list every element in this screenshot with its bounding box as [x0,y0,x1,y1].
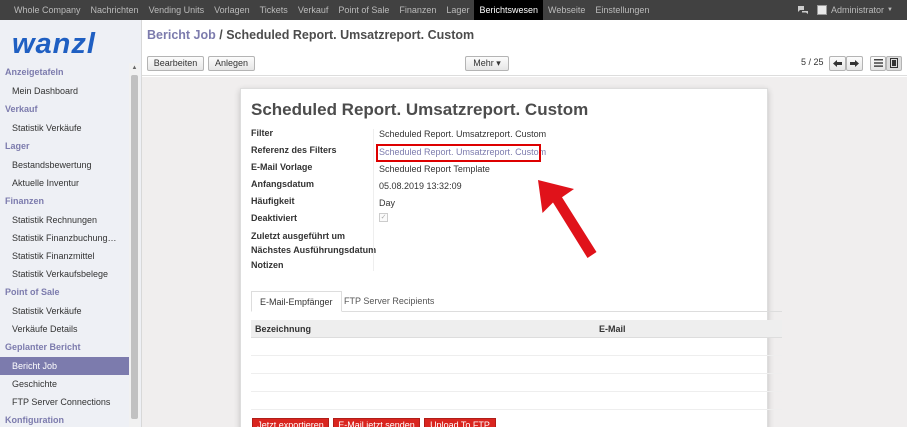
topmenu-nachrichten[interactable]: Nachrichten [86,0,144,20]
sidebar-section-konfiguration: Konfiguration [5,415,64,425]
sidebar-item-statistik-rechnungen[interactable]: Statistik Rechnungen [0,211,130,229]
breadcrumb-parent[interactable]: Bericht Job [147,28,216,42]
top-navbar: Whole Company Nachrichten Vending Units … [0,0,907,20]
column-header-email[interactable]: E-Mail [599,320,626,338]
pager-previous-button[interactable] [829,56,846,71]
form-icon [890,58,898,68]
sidebar-menu: Anzeigetafeln Mein Dashboard Verkauf Sta… [0,63,130,427]
annotation-arrow-icon [538,180,597,258]
topmenu-vorlagen[interactable]: Vorlagen [209,0,255,20]
label-next-run: Nächstes Ausführungsdatum [251,245,377,255]
sidebar-item-statistik-verkaufsbelege[interactable]: Statistik Verkaufsbelege [0,265,130,283]
breadcrumb-separator: / [215,28,227,42]
form-view-button[interactable] [886,56,902,71]
notebook-tabs: E-Mail-Empfänger FTP Server Recipients [251,291,782,312]
tab-ftp-server-recipients[interactable]: FTP Server Recipients [336,291,442,312]
form-background: Scheduled Report. Umsatzreport. Custom F… [142,77,907,427]
list-icon [873,59,883,67]
sidebar-item-statistik-finanzbuchung[interactable]: Statistik Finanzbuchung… [0,229,130,247]
topmenu-einstellungen[interactable]: Einstellungen [590,0,654,20]
arrow-left-icon [833,60,842,67]
sidebar-item-statistik-verkaeufe[interactable]: Statistik Verkäufe [0,119,130,137]
user-menu[interactable]: Administrator [831,5,884,15]
topmenu-point-of-sale[interactable]: Point of Sale [333,0,394,20]
highlight-box [376,144,541,162]
scrollbar-thumb[interactable] [131,75,138,419]
top-menu: Whole Company Nachrichten Vending Units … [0,0,654,20]
sidebar-item-statistik-finanzmittel[interactable]: Statistik Finanzmittel [0,247,130,265]
user-area: Administrator ▼ [798,0,893,20]
sidebar-section-lager: Lager [5,141,30,151]
field-email-template-value[interactable]: Scheduled Report Template [379,164,490,174]
sidebar-item-verkaeufe-details[interactable]: Verkäufe Details [0,320,130,338]
label-filter-reference: Referenz des Filters [251,145,337,155]
sidebar-item-aktuelle-inventur[interactable]: Aktuelle Inventur [0,174,130,192]
sidebar-item-bericht-job[interactable]: Bericht Job [0,357,130,375]
record-title: Scheduled Report. Umsatzreport. Custom [251,100,589,119]
pager-next-button[interactable] [846,56,863,71]
sidebar-section-point-of-sale: Point of Sale [5,287,60,297]
field-frequency-value[interactable]: Day [379,198,395,208]
topmenu-whole-company[interactable]: Whole Company [9,0,86,20]
sidebar-item-ftp-server-connections[interactable]: FTP Server Connections [0,393,130,411]
more-dropdown-button[interactable]: Mehr ▾ [465,56,509,71]
inactive-checkbox[interactable]: ✓ [379,213,388,222]
topmenu-tickets[interactable]: Tickets [255,0,293,20]
sidebar-section-geplanter-bericht: Geplanter Bericht [5,342,81,352]
export-now-button[interactable]: Jetzt exportieren [252,418,329,427]
sidebar-item-pos-statistik-verkaeufe[interactable]: Statistik Verkäufe [0,302,130,320]
caret-down-icon[interactable]: ▼ [887,7,893,13]
table-row [251,374,782,392]
label-frequency: Häufigkeit [251,196,295,206]
label-filter: Filter [251,128,274,138]
recipients-table: Bezeichnung E-Mail [251,320,782,410]
wanzl-logo: wanzl [10,28,130,58]
scroll-up-icon[interactable]: ▲ [129,63,140,73]
svg-text:wanzl: wanzl [12,28,96,58]
sidebar-section-finanzen: Finanzen [5,196,45,206]
breadcrumb: Bericht Job / Scheduled Report. Umsatzre… [147,28,474,42]
avatar[interactable] [817,5,828,15]
send-email-now-button[interactable]: E-Mail jetzt senden [333,418,420,427]
upload-to-ftp-button[interactable]: Upload To FTP [424,418,496,427]
breadcrumb-current: Scheduled Report. Umsatzreport. Custom [226,28,475,42]
tab-email-recipients[interactable]: E-Mail-Empfänger [251,291,342,312]
arrow-right-icon [850,60,859,67]
table-row [251,392,782,410]
sidebar-section-anzeigetafeln: Anzeigetafeln [5,67,64,77]
topmenu-verkauf[interactable]: Verkauf [293,0,334,20]
label-start-date: Anfangsdatum [251,179,314,189]
topmenu-vending-units[interactable]: Vending Units [144,0,210,20]
topmenu-berichtswesen[interactable]: Berichtswesen [474,0,543,20]
topmenu-webseite[interactable]: Webseite [543,0,590,20]
label-last-run: Zuletzt ausgeführt um [251,231,345,241]
label-inactive: Deaktiviert [251,213,298,223]
form-sheet: Scheduled Report. Umsatzreport. Custom F… [240,88,782,427]
main-area: Bericht Job / Scheduled Report. Umsatzre… [142,20,907,427]
topmenu-finanzen[interactable]: Finanzen [394,0,441,20]
sidebar: wanzl Anzeigetafeln Mein Dashboard Verka… [0,20,142,427]
table-row [251,356,782,374]
sidebar-item-bestandsbewertung[interactable]: Bestandsbewertung [0,156,130,174]
label-email-template: E-Mail Vorlage [251,162,313,172]
topmenu-lager[interactable]: Lager [441,0,474,20]
sidebar-section-verkauf: Verkauf [5,104,38,114]
field-start-date-value[interactable]: 05.08.2019 13:32:09 [379,181,462,191]
label-notes: Notizen [251,260,284,270]
field-divider [373,129,374,271]
pager-counter[interactable]: 5 / 25 [801,57,824,67]
edit-button[interactable]: Bearbeiten [147,56,204,71]
table-header: Bezeichnung E-Mail [251,320,782,338]
create-button[interactable]: Anlegen [208,56,255,71]
table-row [251,338,782,356]
field-filter-value[interactable]: Scheduled Report. Umsatzreport. Custom [379,129,546,139]
chat-icon[interactable] [798,6,809,14]
sidebar-item-mein-dashboard[interactable]: Mein Dashboard [0,82,130,100]
control-panel: Bericht Job / Scheduled Report. Umsatzre… [142,20,907,76]
column-header-name[interactable]: Bezeichnung [255,320,311,338]
sidebar-scrollbar[interactable]: ▲ [129,63,140,427]
sidebar-item-geschichte[interactable]: Geschichte [0,375,130,393]
list-view-button[interactable] [870,56,886,71]
